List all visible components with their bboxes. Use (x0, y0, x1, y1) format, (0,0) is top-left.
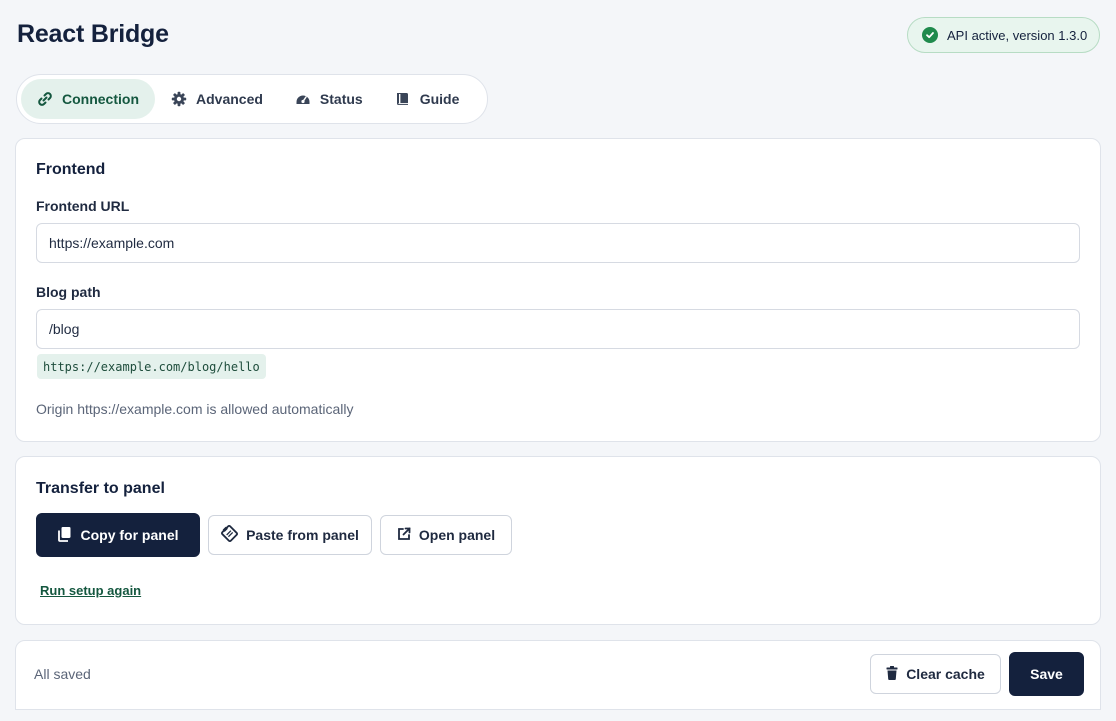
gear-icon (171, 91, 187, 107)
external-link-icon (397, 527, 411, 544)
tab-label: Connection (62, 91, 139, 107)
clear-cache-label: Clear cache (906, 666, 985, 682)
tab-connection[interactable]: Connection (21, 79, 155, 119)
clear-cache-button[interactable]: Clear cache (870, 654, 1001, 694)
paste-from-panel-label: Paste from panel (246, 527, 359, 543)
transfer-card: Transfer to panel Copy for panel Paste f… (15, 456, 1101, 625)
frontend-card-title: Frontend (36, 161, 106, 178)
trash-icon (886, 665, 898, 683)
copy-icon (57, 526, 72, 545)
save-button[interactable]: Save (1009, 652, 1084, 696)
save-label: Save (1030, 666, 1063, 682)
tab-advanced[interactable]: Advanced (155, 79, 279, 119)
open-panel-button[interactable]: Open panel (380, 515, 512, 555)
footer-bar: All saved Clear cache Save (15, 640, 1101, 710)
paste-from-panel-button[interactable]: Paste from panel (208, 515, 372, 555)
url-preview: https://example.com/blog/hello (37, 354, 266, 379)
blog-path-input[interactable] (36, 309, 1080, 349)
origin-hint: Origin https://example.com is allowed au… (36, 401, 354, 417)
frontend-url-input[interactable] (36, 223, 1080, 263)
save-status-text: All saved (34, 666, 91, 682)
link-icon (37, 91, 53, 107)
copy-for-panel-label: Copy for panel (80, 527, 179, 543)
paste-icon (221, 525, 239, 545)
transfer-card-title: Transfer to panel (36, 480, 165, 497)
tab-label: Advanced (196, 91, 263, 107)
api-status-badge: API active, version 1.3.0 (907, 17, 1100, 53)
gauge-icon (295, 91, 311, 107)
frontend-url-label: Frontend URL (36, 198, 130, 214)
api-status-text: API active, version 1.3.0 (947, 27, 1088, 43)
tab-bar: Connection Advanced Status Guide (16, 74, 488, 124)
tab-status[interactable]: Status (279, 79, 379, 119)
run-setup-again-link[interactable]: Run setup again (40, 583, 141, 598)
check-circle-icon (922, 27, 938, 43)
book-icon (395, 91, 411, 107)
app-title: React Bridge (17, 20, 169, 48)
tab-label: Guide (419, 91, 460, 107)
frontend-card: Frontend Frontend URL Blog path https://… (15, 138, 1101, 442)
blog-path-label: Blog path (36, 284, 101, 300)
open-panel-label: Open panel (418, 527, 496, 543)
copy-for-panel-button[interactable]: Copy for panel (36, 513, 200, 557)
tab-label: Status (319, 91, 363, 107)
tab-guide[interactable]: Guide (379, 79, 476, 119)
